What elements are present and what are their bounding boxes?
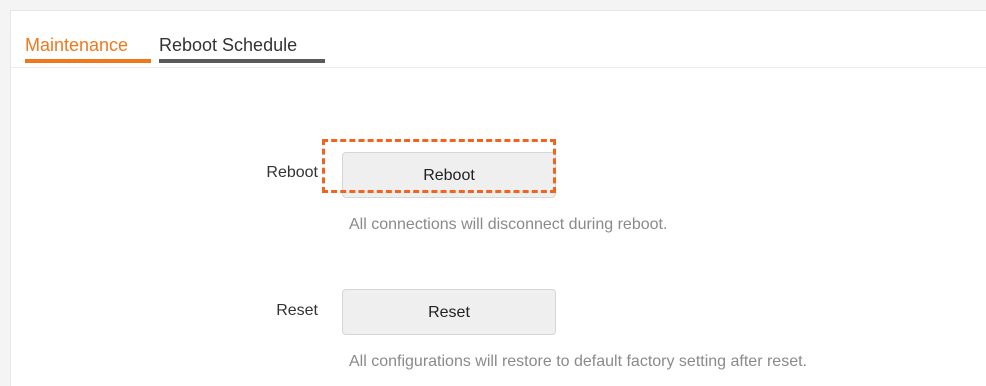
tab-maintenance[interactable]: Maintenance — [25, 33, 151, 63]
reset-button[interactable]: Reset — [342, 289, 556, 335]
tab-divider — [11, 67, 986, 68]
reboot-button[interactable]: Reboot — [342, 152, 556, 198]
reboot-label: Reboot — [266, 164, 318, 181]
maintenance-panel: Maintenance Reboot Schedule Reboot Reboo… — [10, 10, 986, 386]
reset-label: Reset — [276, 302, 318, 319]
tab-reboot-schedule[interactable]: Reboot Schedule — [159, 33, 325, 63]
reset-hint: All configurations will restore to defau… — [349, 353, 807, 370]
reboot-hint: All connections will disconnect during r… — [349, 216, 668, 233]
